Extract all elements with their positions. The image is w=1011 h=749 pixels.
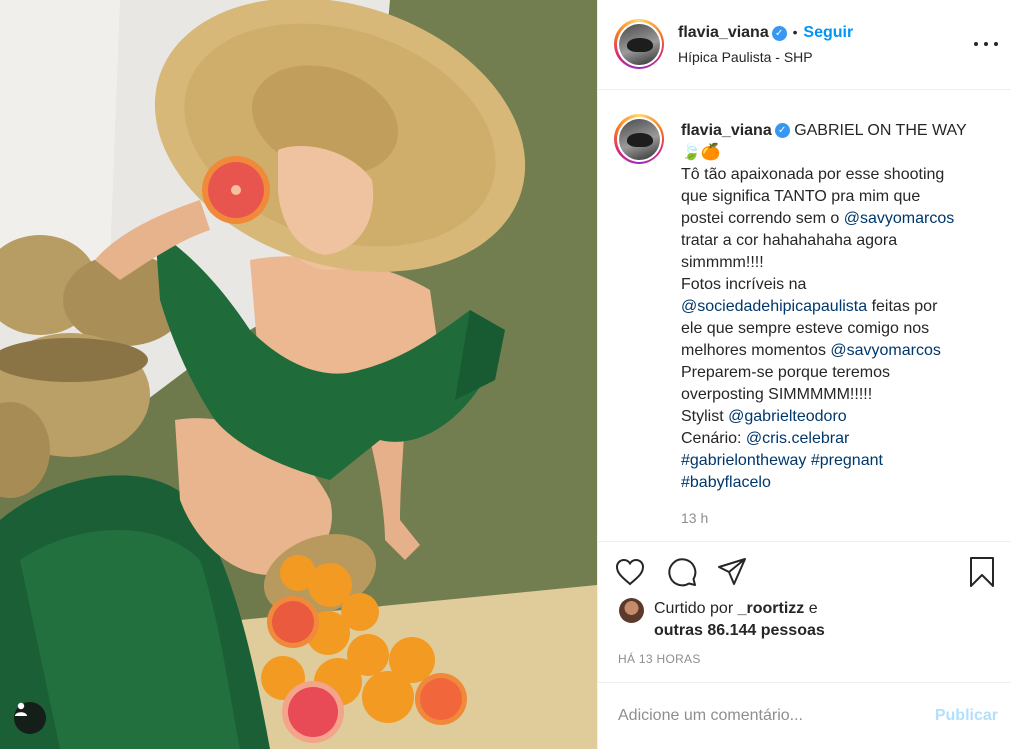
comment-icon bbox=[668, 558, 697, 587]
likes-prefix: Curtido por bbox=[654, 600, 738, 617]
caption-line: @sociedadehipicapaulista feitas por bbox=[681, 296, 991, 318]
comment-button[interactable] bbox=[666, 556, 698, 588]
caption-username[interactable]: flavia_viana bbox=[681, 122, 772, 139]
mention-link[interactable]: @cris.celebrar bbox=[746, 430, 849, 447]
like-button[interactable] bbox=[614, 556, 646, 588]
verified-badge-icon: ✓ bbox=[771, 25, 787, 41]
caption-avatar[interactable] bbox=[614, 114, 664, 164]
caption-line: #babyflacelo bbox=[681, 472, 991, 494]
caption-line: melhores momentos @savyomarcos bbox=[681, 340, 991, 362]
mention-link[interactable]: @savyomarcos bbox=[844, 210, 955, 227]
likes-text: Curtido por _roortizz e outras 86.144 pe… bbox=[654, 598, 984, 642]
caption-line: que significa TANTO pra mim que bbox=[681, 188, 921, 205]
author-avatar[interactable] bbox=[614, 19, 664, 69]
share-button[interactable] bbox=[716, 556, 748, 588]
mention-link[interactable]: @savyomarcos bbox=[830, 342, 941, 359]
more-options-icon[interactable] bbox=[974, 36, 998, 52]
bookmark-icon bbox=[970, 557, 994, 587]
publish-button[interactable]: Publicar bbox=[935, 707, 998, 725]
caption-line-text: feitas por bbox=[867, 298, 938, 315]
add-comment-section: Publicar bbox=[598, 682, 1011, 749]
caption-line: Fotos incríveis na bbox=[681, 276, 807, 293]
separator-dot: • bbox=[792, 24, 798, 40]
tagged-users-button[interactable] bbox=[14, 702, 46, 734]
caption-line: tratar a cor hahahahaha agora bbox=[681, 232, 898, 249]
caption-emoji: 🍃🍊 bbox=[681, 144, 721, 161]
save-button[interactable] bbox=[966, 556, 998, 588]
post-header: flavia_viana ✓ • Seguir Hípica Paulista -… bbox=[598, 0, 1011, 90]
liker-avatar[interactable] bbox=[619, 598, 644, 623]
likes-conj: e bbox=[804, 600, 818, 617]
caption-line: Cenário: @cris.celebrar bbox=[681, 428, 991, 450]
caption-line: #gabrielontheway #pregnant bbox=[681, 450, 991, 472]
caption-line: simmmm!!!! bbox=[681, 254, 764, 271]
caption-text: flavia_viana ✓ GABRIEL ON THE WAY 🍃🍊 Tô t… bbox=[681, 120, 991, 494]
caption-line-text: melhores momentos bbox=[681, 342, 831, 359]
verified-badge-icon: ✓ bbox=[774, 123, 790, 139]
heart-icon bbox=[615, 558, 645, 586]
person-icon bbox=[15, 702, 27, 716]
liker-username[interactable]: _roortizz bbox=[738, 600, 805, 617]
author-line: flavia_viana ✓ • Seguir bbox=[678, 24, 853, 42]
photo-illustration bbox=[0, 0, 597, 749]
hashtag-link[interactable]: #babyflacelo bbox=[681, 474, 771, 491]
caption-line: Stylist @gabrielteodoro bbox=[681, 406, 991, 428]
caption-line: postei correndo sem o @savyomarcos bbox=[681, 208, 991, 230]
caption-line: Preparem-se porque teremos bbox=[681, 364, 890, 381]
post-photo[interactable] bbox=[0, 0, 597, 749]
likes-count[interactable]: outras 86.144 pessoas bbox=[654, 622, 825, 639]
hashtag-link[interactable]: #gabrielontheway bbox=[681, 452, 806, 469]
caption-timestamp[interactable]: 13 h bbox=[681, 510, 708, 526]
post-side-panel: flavia_viana ✓ • Seguir Hípica Paulista -… bbox=[597, 0, 1011, 749]
likes-section: Curtido por _roortizz e outras 86.144 pe… bbox=[598, 594, 1011, 644]
hashtag-link[interactable]: #pregnant bbox=[811, 452, 883, 469]
caption-line-text: Cenário: bbox=[681, 430, 746, 447]
caption-line: overposting SIMMMMM!!!!! bbox=[681, 386, 873, 403]
mention-link[interactable]: @sociedadehipicapaulista bbox=[681, 298, 867, 315]
caption-line-text: postei correndo sem o bbox=[681, 210, 844, 227]
caption-section: flavia_viana ✓ GABRIEL ON THE WAY 🍃🍊 Tô t… bbox=[598, 90, 1011, 542]
paper-plane-icon bbox=[718, 558, 746, 585]
caption-line: ele que sempre esteve comigo nos bbox=[681, 320, 930, 337]
post-location[interactable]: Hípica Paulista - SHP bbox=[678, 49, 813, 65]
caption-line: flavia_viana ✓ GABRIEL ON THE WAY bbox=[681, 120, 991, 142]
comment-input[interactable] bbox=[618, 703, 918, 729]
caption-line-text: GABRIEL ON THE WAY bbox=[794, 122, 967, 139]
author-username[interactable]: flavia_viana bbox=[678, 24, 769, 41]
instagram-post: flavia_viana ✓ • Seguir Hípica Paulista -… bbox=[0, 0, 1011, 749]
caption-line: Tô tão apaixonada por esse shooting bbox=[681, 166, 945, 183]
mention-link[interactable]: @gabrielteodoro bbox=[728, 408, 847, 425]
caption-line-text: Stylist bbox=[681, 408, 729, 425]
follow-button[interactable]: Seguir bbox=[803, 24, 853, 41]
action-bar bbox=[598, 550, 1011, 594]
post-time-ago[interactable]: HÁ 13 HORAS bbox=[618, 652, 701, 666]
